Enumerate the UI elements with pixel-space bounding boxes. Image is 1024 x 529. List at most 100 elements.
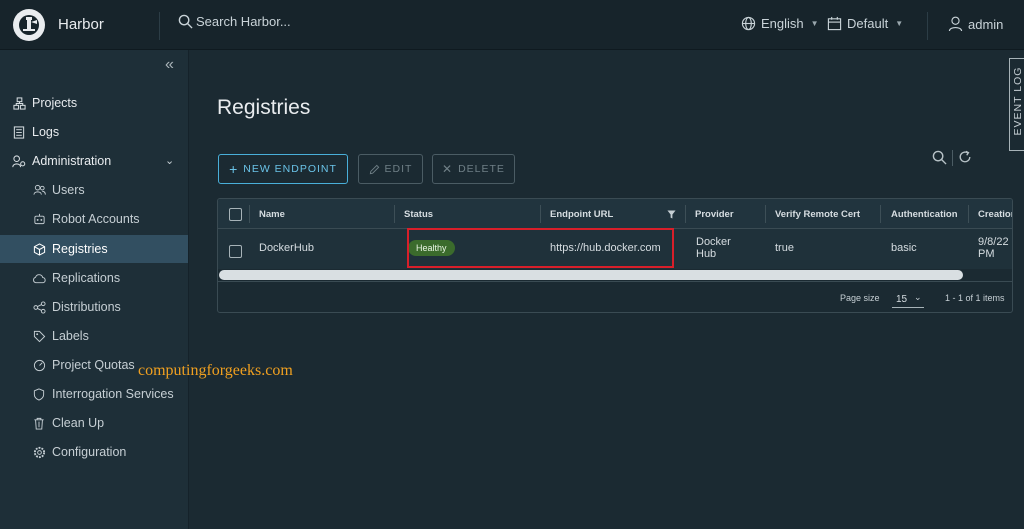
pagination-info: 1 - 1 of 1 items <box>945 293 1005 303</box>
watermark: computingforgeeks.com <box>138 362 293 379</box>
sidebar-item-labels[interactable]: Labels <box>0 322 188 350</box>
collapse-sidebar-icon[interactable]: « <box>165 56 174 74</box>
sidebar-item-label: Interrogation Services <box>52 387 174 401</box>
administration-icon <box>12 154 26 168</box>
sidebar-item-registries[interactable]: Registries <box>0 235 188 263</box>
sidebar-item-configuration[interactable]: Configuration <box>0 438 188 466</box>
language-selector[interactable]: English ▼ <box>741 16 819 31</box>
cell-verify-remote-cert: true <box>775 242 794 254</box>
projects-icon <box>12 96 26 110</box>
trash-icon <box>32 416 46 430</box>
sidebar-item-label: Labels <box>52 329 89 343</box>
column-separator <box>540 205 541 223</box>
logs-icon <box>12 125 26 139</box>
language-label: English <box>761 16 804 31</box>
sidebar-item-label: Logs <box>32 125 60 139</box>
sidebar-item-label: Distributions <box>52 300 121 314</box>
column-separator <box>685 205 686 223</box>
new-endpoint-button[interactable]: + NEW ENDPOINT <box>218 154 348 184</box>
header-divider <box>927 12 928 40</box>
plus-icon: + <box>229 161 239 177</box>
gauge-icon <box>32 358 46 372</box>
calendar-icon <box>827 16 842 31</box>
sidebar-item-users[interactable]: Users <box>0 176 188 204</box>
search-icon <box>178 14 193 29</box>
horizontal-scrollbar[interactable] <box>219 270 963 280</box>
sidebar-item-clean-up[interactable]: Clean Up <box>0 409 188 437</box>
pencil-icon <box>369 164 379 174</box>
cube-icon <box>32 242 46 256</box>
column-header-creation[interactable]: Creation <box>978 209 1012 220</box>
column-header-name[interactable]: Name <box>259 209 285 220</box>
edit-label: EDIT <box>384 163 413 175</box>
sidebar-item-interrogation-services[interactable]: Interrogation Services <box>0 380 188 408</box>
column-separator <box>394 205 395 223</box>
refresh-icon[interactable] <box>958 150 972 164</box>
event-log-tab[interactable]: EVENT LOG <box>1009 58 1024 151</box>
sidebar-item-distributions[interactable]: Distributions <box>0 293 188 321</box>
sidebar-item-replications[interactable]: Replications <box>0 264 188 292</box>
sidebar-item-administration[interactable]: Administration ⌄ <box>0 147 188 175</box>
header-divider <box>159 12 160 40</box>
column-separator <box>249 205 250 223</box>
table-header: Name Status Endpoint URL Provider Verify… <box>218 199 1012 229</box>
robot-icon <box>32 212 46 226</box>
search-box[interactable] <box>178 14 336 29</box>
sidebar-item-label: Robot Accounts <box>52 212 140 226</box>
edit-button[interactable]: EDIT <box>358 154 423 184</box>
cell-creation: 9/8/22 PM <box>978 236 1009 260</box>
sidebar-item-label: Replications <box>52 271 121 285</box>
toolbar-divider <box>952 150 953 166</box>
column-header-provider[interactable]: Provider <box>695 209 734 220</box>
column-separator <box>765 205 766 223</box>
brand-name: Harbor <box>58 16 104 33</box>
column-header-verify-remote-cert[interactable]: Verify Remote Cert <box>775 209 860 220</box>
users-icon <box>32 183 46 197</box>
sidebar-item-label: Users <box>52 183 85 197</box>
chevron-down-icon: ▼ <box>895 19 904 28</box>
share-icon <box>32 300 46 314</box>
column-header-endpoint-url[interactable]: Endpoint URL <box>550 209 613 220</box>
row-checkbox[interactable] <box>229 245 242 258</box>
sidebar-item-label: Configuration <box>52 445 127 459</box>
user-menu[interactable]: admin <box>948 16 1003 32</box>
gear-icon <box>32 445 46 459</box>
top-header: Harbor English ▼ Default ▼ <box>0 0 1024 50</box>
sidebar-item-projects[interactable]: Projects <box>0 89 188 117</box>
sidebar-item-logs[interactable]: Logs <box>0 118 188 146</box>
page-size-value: 15 <box>896 294 908 305</box>
column-separator <box>968 205 969 223</box>
filter-icon[interactable] <box>667 210 676 219</box>
delete-button[interactable]: ✕ DELETE <box>432 154 515 184</box>
search-input[interactable] <box>196 14 336 29</box>
creation-line: PM <box>978 248 995 260</box>
column-header-authentication[interactable]: Authentication <box>891 209 958 220</box>
sidebar-item-label: Clean Up <box>52 416 105 430</box>
sidebar-item-label: Administration <box>32 154 112 168</box>
main-content: Registries + NEW ENDPOINT EDIT ✕ DELETE … <box>189 50 1024 529</box>
harbor-logo-icon[interactable] <box>13 9 45 41</box>
column-separator <box>880 205 881 223</box>
sidebar-item-label: Registries <box>52 242 108 256</box>
page-size-label: Page size <box>840 293 880 303</box>
user-icon <box>948 16 963 32</box>
highlight-box <box>407 228 674 268</box>
search-icon[interactable] <box>932 150 947 165</box>
page-title: Registries <box>217 96 311 119</box>
theme-selector[interactable]: Default ▼ <box>827 16 903 31</box>
page-size-select[interactable]: 15 ⌄ <box>892 290 924 308</box>
delete-label: DELETE <box>458 163 505 175</box>
sidebar: « Projects Logs Administration ⌄ Users R… <box>0 50 189 529</box>
cell-authentication: basic <box>891 242 917 254</box>
sidebar-item-robot-accounts[interactable]: Robot Accounts <box>0 205 188 233</box>
sidebar-item-label: Projects <box>32 96 78 110</box>
cloud-icon <box>32 271 46 285</box>
chevron-down-icon[interactable]: ⌄ <box>165 154 174 167</box>
new-endpoint-label: NEW ENDPOINT <box>243 163 337 175</box>
shield-icon <box>32 387 46 401</box>
chevron-down-icon: ⌄ <box>914 292 922 302</box>
cell-provider: Docker Hub <box>696 236 731 260</box>
column-header-status[interactable]: Status <box>404 209 433 220</box>
user-name: admin <box>968 16 1004 32</box>
select-all-checkbox[interactable] <box>229 208 242 221</box>
